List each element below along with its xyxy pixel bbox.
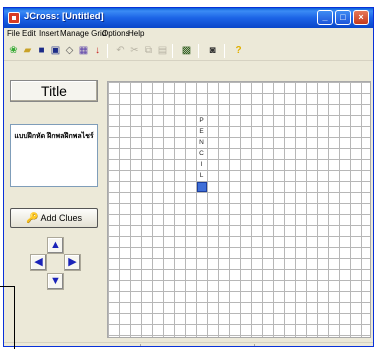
arrow-down-button[interactable]: ▼ (47, 273, 64, 290)
new-icon[interactable]: ❀ (7, 44, 20, 57)
grid-icon[interactable]: ▩ (180, 44, 193, 57)
menu-insert[interactable]: Insert (39, 29, 59, 38)
toolbar-separator (198, 44, 199, 58)
arrow-pad: ▲ ◀ ▶ ▼ (28, 235, 82, 293)
eraser-icon[interactable]: ◇ (63, 44, 76, 57)
paste-icon[interactable]: ▤ (156, 44, 169, 57)
config-icon[interactable]: ◙ (206, 44, 219, 57)
grid-letter[interactable]: L (196, 170, 207, 181)
menu-manage-grid[interactable]: Manage Grid (60, 29, 106, 38)
title-button[interactable]: Title (10, 80, 98, 102)
grid-cursor[interactable] (197, 182, 207, 192)
export-icon[interactable]: ↓ (91, 44, 104, 57)
app-window: JCross: [Untitled] _ □ × File Edit Inser… (3, 7, 374, 347)
grid-letter[interactable]: N (196, 137, 207, 148)
maximize-button[interactable]: □ (335, 10, 351, 25)
status-pane (140, 344, 250, 346)
menu-help[interactable]: Help (128, 29, 144, 38)
toolbar-separator (172, 44, 173, 58)
grid-letter[interactable]: C (196, 148, 207, 159)
grid-letter[interactable]: E (196, 126, 207, 137)
status-bar (4, 342, 373, 346)
toolbar: ❀ ▰ ■ ▣ ◇ ▦ ↓ ↶ ✂ ⧉ ▤ ▩ ◙ ? (4, 41, 373, 61)
undo-icon[interactable]: ↶ (114, 44, 127, 57)
copy-icon[interactable]: ⧉ (142, 44, 155, 57)
help-icon[interactable]: ? (232, 44, 245, 57)
cut-icon[interactable]: ✂ (128, 44, 141, 57)
app-icon (8, 12, 20, 24)
close-button[interactable]: × (353, 10, 369, 25)
save-as-icon[interactable]: ▣ (49, 44, 62, 57)
window-title: JCross: [Untitled] (24, 11, 104, 22)
arrow-right-button[interactable]: ▶ (64, 254, 81, 271)
status-pane (254, 344, 314, 346)
menu-edit[interactable]: Edit (22, 29, 36, 38)
key-icon: 🔑 (26, 213, 39, 224)
menu-options[interactable]: Options (102, 29, 130, 38)
arrow-up-button[interactable]: ▲ (47, 237, 64, 254)
left-panel: Title แบบฝึกหัด ฝึกพลฝึกพลไชร์ 🔑 Add Clue… (4, 62, 105, 346)
crossword-grid[interactable]: PENCIL (107, 81, 371, 338)
menu-file[interactable]: File (7, 29, 20, 38)
title-display: แบบฝึกหัด ฝึกพลฝึกพลไชร์ (10, 124, 98, 187)
pointer-line (14, 286, 15, 349)
toolbar-separator (107, 44, 108, 58)
puzzle-title-text: แบบฝึกหัด ฝึกพลฝึกพลไชร์ (14, 133, 94, 140)
open-icon[interactable]: ▰ (21, 44, 34, 57)
web-page-icon[interactable]: ▦ (77, 44, 90, 57)
arrow-left-button[interactable]: ◀ (30, 254, 47, 271)
add-clues-label: Add Clues (40, 213, 82, 223)
minimize-button[interactable]: _ (317, 10, 333, 25)
menu-bar: File Edit Insert Manage Grid Options Hel… (4, 28, 373, 40)
grid-letter[interactable]: P (196, 115, 207, 126)
grid-letter[interactable]: I (196, 159, 207, 170)
toolbar-separator (224, 44, 225, 58)
add-clues-button[interactable]: 🔑 Add Clues (10, 208, 98, 228)
title-bar[interactable]: JCross: [Untitled] _ □ × (4, 8, 373, 28)
save-icon[interactable]: ■ (35, 44, 48, 57)
pointer-line (0, 286, 14, 287)
